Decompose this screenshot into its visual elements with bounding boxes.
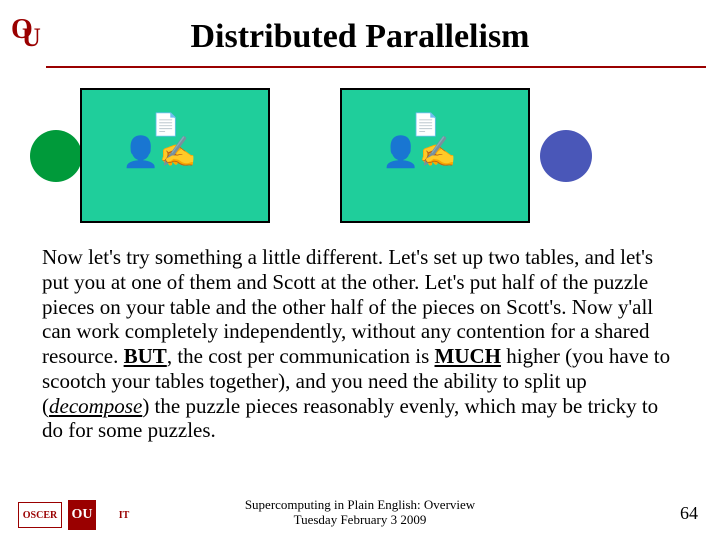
body-text-2: , the cost per communication is — [167, 344, 435, 368]
blue-ball-icon — [540, 130, 592, 182]
emphasis-decompose: decompose — [49, 394, 142, 418]
footer: OSCER OU IT Supercomputing in Plain Engl… — [0, 492, 720, 532]
person-icon: 👤✍ — [122, 138, 197, 168]
title-underline — [46, 66, 706, 68]
emphasis-much: MUCH — [435, 344, 502, 368]
ou-logo-corner: O U — [8, 8, 46, 50]
footer-line-1: Supercomputing in Plain English: Overvie… — [0, 497, 720, 513]
page-number: 64 — [680, 503, 698, 524]
body-paragraph: Now let's try something a little differe… — [42, 245, 684, 443]
footer-text: Supercomputing in Plain English: Overvie… — [0, 497, 720, 528]
page-icon: 📄 — [152, 112, 179, 138]
svg-text:U: U — [22, 23, 41, 50]
footer-line-2: Tuesday February 3 2009 — [0, 512, 720, 528]
slide-title: Distributed Parallelism — [0, 0, 720, 66]
green-ball-icon — [30, 130, 82, 182]
diagram-area: 📄 👤✍ 📄 👤✍ — [40, 82, 680, 237]
emphasis-but: BUT — [124, 344, 167, 368]
left-table: 📄 👤✍ — [80, 88, 270, 223]
person-icon: 👤✍ — [382, 138, 457, 168]
right-table: 📄 👤✍ — [340, 88, 530, 223]
page-icon: 📄 — [412, 112, 439, 138]
